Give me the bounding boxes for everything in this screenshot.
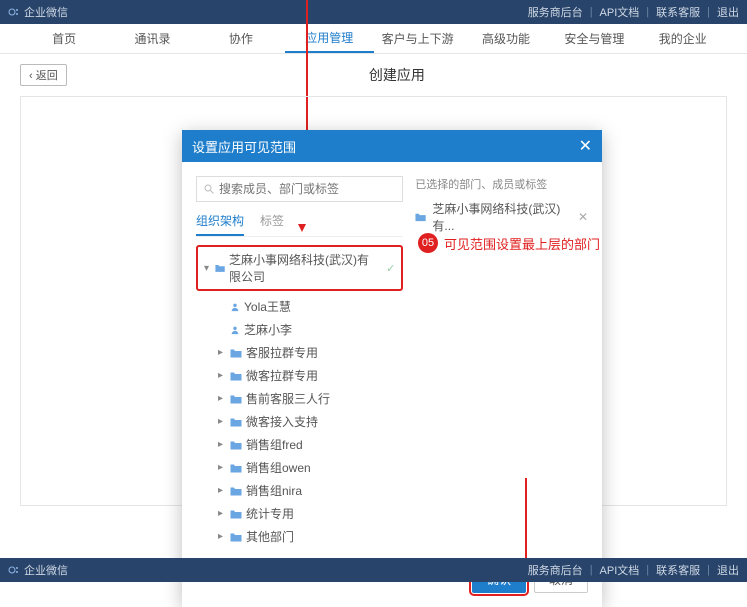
nav-security[interactable]: 安全与管理 [550, 25, 638, 52]
tree-item-label: 销售组owen [246, 459, 311, 476]
chevron-right-icon: ▸ [218, 393, 226, 404]
org-tree: Yola王慧芝麻小李▸客服拉群专用▸微客拉群专用▸售前客服三人行▸微客接入支持▸… [196, 295, 403, 548]
topbar: 企业微信 服务商后台| API文档| 联系客服| 退出 [0, 0, 747, 24]
chevron-right-icon: ▸ [218, 370, 226, 381]
bottombar-brand: 企业微信 [8, 562, 68, 578]
chevron-right-icon: ▸ [218, 485, 226, 496]
back-button[interactable]: ‹ 返回 [20, 64, 67, 86]
chevron-right-icon: ▸ [218, 347, 226, 358]
callout-text: 可见范围设置最上层的部门 [444, 234, 600, 253]
check-icon: ✓ [386, 262, 395, 275]
wecom-logo-icon [8, 6, 20, 18]
bottombar: 企业微信 服务商后台| API文档| 联系客服| 退出 [0, 558, 747, 582]
selected-chip: 芝麻小事网络科技(武汉)有... ✕ [415, 200, 588, 234]
topbar-link-logout[interactable]: 退出 [717, 4, 739, 20]
person-icon [230, 325, 240, 335]
topbar-link-api[interactable]: API文档 [600, 4, 640, 20]
topbar-brand: 企业微信 [8, 4, 68, 20]
folder-icon [230, 532, 242, 542]
tree-item-label: 销售组fred [246, 436, 303, 453]
tree-folder-item[interactable]: ▸ 客服拉群专用 [196, 341, 403, 364]
tree-item-label: 统计专用 [246, 505, 294, 522]
tree-item-label: 微客接入支持 [246, 413, 318, 430]
selected-title: 已选择的部门、成员或标签 [415, 176, 588, 192]
dialog-title: 设置应用可见范围 [192, 137, 296, 156]
nav-clients[interactable]: 客户与上下游 [374, 25, 462, 52]
nav-apps[interactable]: 应用管理 [285, 24, 373, 53]
tree-folder-item[interactable]: ▸ 销售组fred [196, 433, 403, 456]
tree-folder-item[interactable]: ▸ 销售组nira [196, 479, 403, 502]
topbar-link-console[interactable]: 服务商后台 [528, 4, 583, 20]
bottombar-links: 服务商后台| API文档| 联系客服| 退出 [528, 562, 739, 578]
wecom-logo-icon [8, 564, 20, 576]
tree-person-item[interactable]: 芝麻小李 [196, 318, 403, 341]
tree-root-node[interactable]: ▾ 芝麻小事网络科技(武汉)有限公司 ✓ [196, 245, 403, 291]
callout-badge: 05 [418, 233, 438, 253]
nav-advanced[interactable]: 高级功能 [462, 25, 550, 52]
folder-icon [230, 371, 242, 381]
folder-icon [230, 348, 242, 358]
tree-folder-item[interactable]: ▸ 统计专用 [196, 502, 403, 525]
remove-chip-icon[interactable]: ✕ [578, 210, 588, 224]
tree-item-label: 客服拉群专用 [246, 344, 318, 361]
chevron-right-icon: ▸ [218, 462, 226, 473]
bottombar-link-api[interactable]: API文档 [600, 562, 640, 578]
nav-contacts[interactable]: 通讯录 [108, 25, 196, 52]
tree-folder-item[interactable]: ▸ 其他部门 [196, 525, 403, 548]
folder-icon [230, 486, 242, 496]
tree-item-label: 芝麻小李 [244, 321, 292, 338]
dialog-right-panel: 已选择的部门、成员或标签 芝麻小事网络科技(武汉)有... ✕ [415, 176, 588, 548]
tree-root-label: 芝麻小事网络科技(武汉)有限公司 [229, 251, 378, 285]
person-icon [230, 302, 240, 312]
navbar: 首页 通讯录 协作 应用管理 客户与上下游 高级功能 安全与管理 我的企业 [0, 24, 747, 54]
folder-icon [415, 212, 426, 222]
close-icon[interactable]: ✕ [579, 136, 592, 156]
folder-icon [215, 263, 225, 273]
tree-item-label: 售前客服三人行 [246, 390, 330, 407]
chevron-down-icon: ▾ [204, 263, 211, 274]
chevron-right-icon: ▸ [218, 439, 226, 450]
tree-folder-item[interactable]: ▸ 售前客服三人行 [196, 387, 403, 410]
chevron-right-icon: ▸ [218, 508, 226, 519]
tree-folder-item[interactable]: ▸ 微客接入支持 [196, 410, 403, 433]
search-box[interactable] [196, 176, 403, 202]
subheader: ‹ 返回 创建应用 [0, 54, 747, 96]
search-icon [203, 183, 215, 195]
chevron-right-icon: ▸ [218, 531, 226, 542]
bottombar-link-console[interactable]: 服务商后台 [528, 562, 583, 578]
selected-chip-label: 芝麻小事网络科技(武汉)有... [432, 200, 572, 234]
chevron-right-icon: ▸ [218, 416, 226, 427]
tree-folder-item[interactable]: ▸ 微客拉群专用 [196, 364, 403, 387]
tree-item-label: 其他部门 [246, 528, 294, 545]
tree-item-label: Yola王慧 [244, 298, 291, 315]
folder-icon [230, 463, 242, 473]
callout-line-bottom [525, 478, 527, 558]
folder-icon [230, 417, 242, 427]
tree-item-label: 销售组nira [246, 482, 302, 499]
tab-org[interactable]: 组织架构 [196, 212, 244, 236]
topbar-link-support[interactable]: 联系客服 [656, 4, 700, 20]
page-title: 创建应用 [67, 65, 727, 85]
nav-home[interactable]: 首页 [20, 25, 108, 52]
dialog-header: 设置应用可见范围 ✕ [182, 130, 602, 162]
tab-tags[interactable]: 标签 [260, 212, 284, 236]
visibility-dialog: 设置应用可见范围 ✕ 组织架构 标签 ▾ 芝麻小事网络科技(武汉)有限公司 ✓ … [182, 130, 602, 607]
tree-folder-item[interactable]: ▸ 销售组owen [196, 456, 403, 479]
tree-item-label: 微客拉群专用 [246, 367, 318, 384]
nav-mycompany[interactable]: 我的企业 [639, 25, 727, 52]
callout-arrowhead-icon [298, 224, 306, 232]
search-input[interactable] [219, 182, 396, 196]
folder-icon [230, 394, 242, 404]
tree-person-item[interactable]: Yola王慧 [196, 295, 403, 318]
bottombar-link-logout[interactable]: 退出 [717, 562, 739, 578]
folder-icon [230, 509, 242, 519]
nav-collab[interactable]: 协作 [197, 25, 285, 52]
topbar-links: 服务商后台| API文档| 联系客服| 退出 [528, 4, 739, 20]
dialog-left-panel: 组织架构 标签 ▾ 芝麻小事网络科技(武汉)有限公司 ✓ Yola王慧芝麻小李 ▸… [196, 176, 403, 548]
bottombar-link-support[interactable]: 联系客服 [656, 562, 700, 578]
folder-icon [230, 440, 242, 450]
